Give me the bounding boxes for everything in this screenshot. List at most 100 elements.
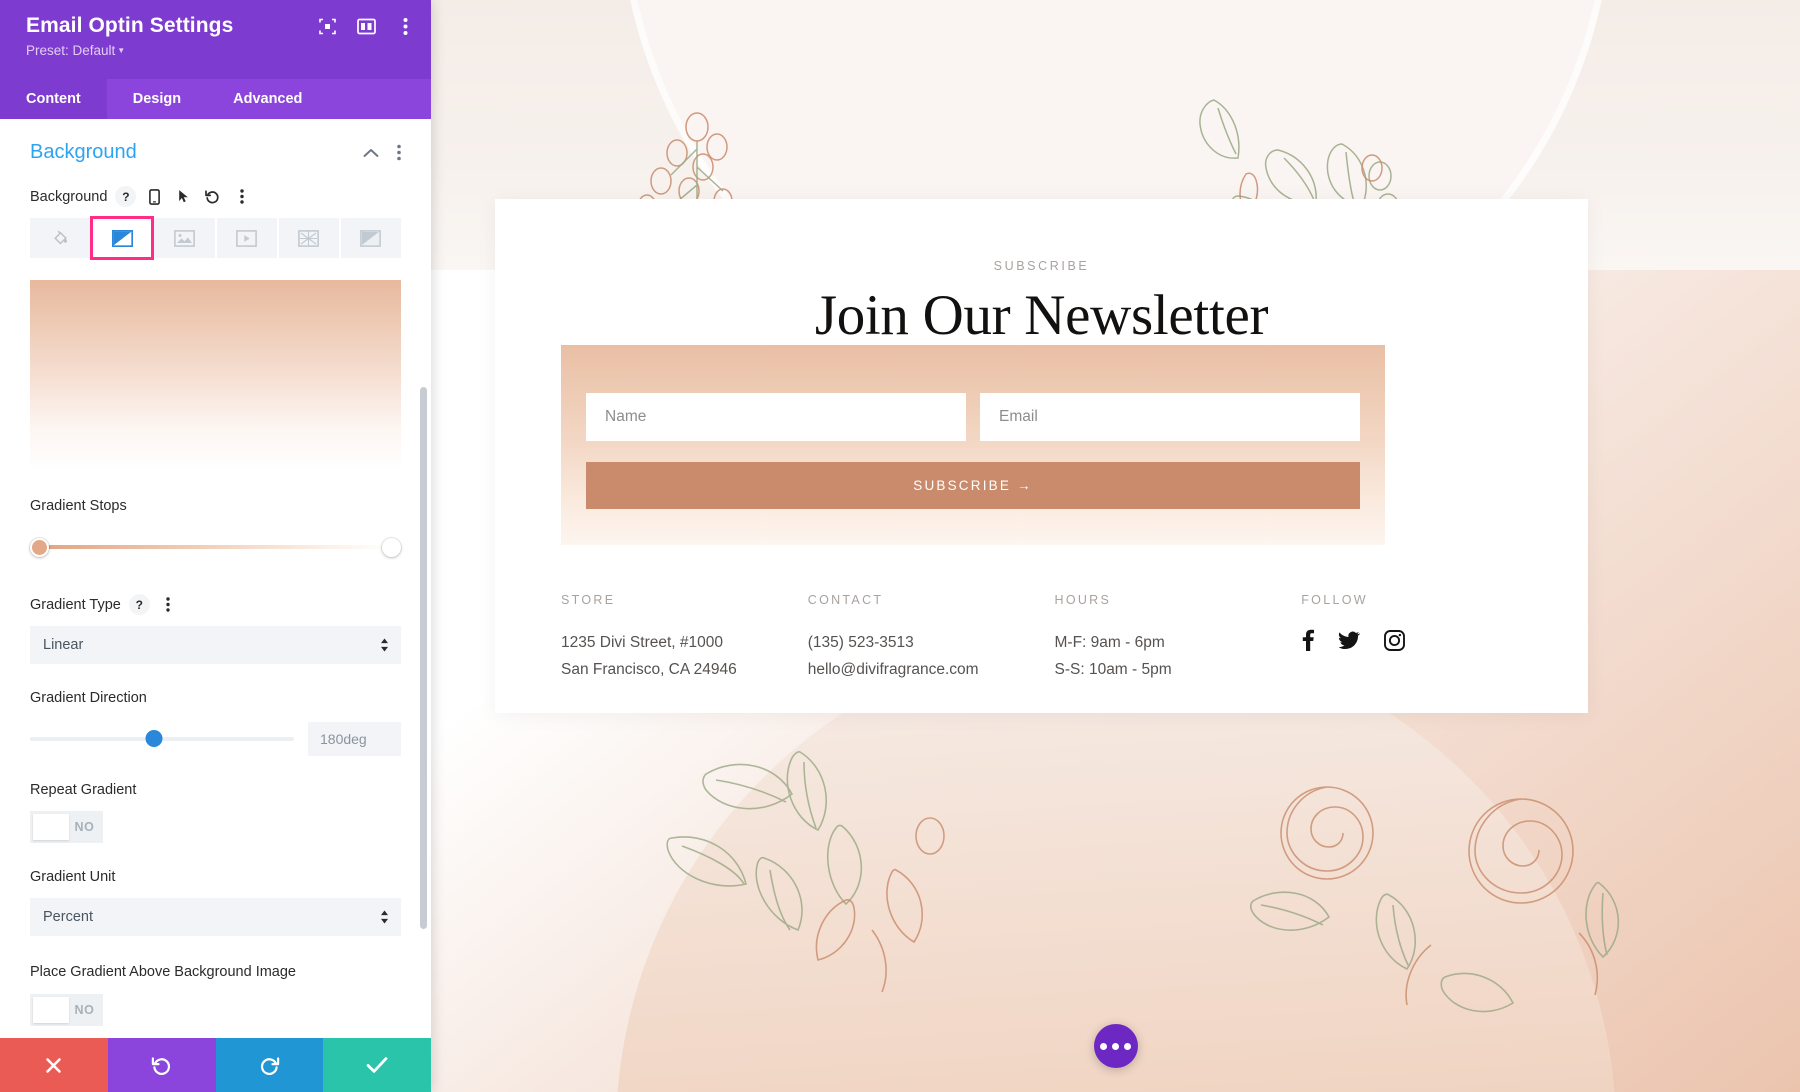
gradient-direction-label: Gradient Direction xyxy=(30,690,147,706)
reset-undo-icon[interactable] xyxy=(202,186,223,207)
background-gradient-tab[interactable] xyxy=(90,216,155,260)
gradient-stops-label: Gradient Stops xyxy=(30,498,127,514)
ellipsis-icon xyxy=(1112,1042,1119,1050)
twitter-icon[interactable] xyxy=(1338,631,1361,650)
page-preview-canvas: SUBSCRIBE Join Our Newsletter Name Email… xyxy=(431,0,1800,1092)
background-pattern-tab[interactable] xyxy=(278,218,339,258)
optin-form-band: Name Email SUBSCRIBE → xyxy=(561,345,1385,545)
gradient-type-label: Gradient Type xyxy=(30,596,121,613)
focus-target-icon[interactable] xyxy=(317,16,337,36)
background-type-tabs xyxy=(30,216,402,260)
select-arrows-icon xyxy=(380,638,389,652)
ellipsis-icon xyxy=(1100,1042,1107,1050)
panel-scrollbar-thumb[interactable] xyxy=(420,387,427,929)
gradient-stop-handle-start[interactable] xyxy=(30,538,49,557)
place-gradient-above-toggle[interactable]: NO xyxy=(30,994,103,1026)
footer-hours-weekend: S-S: 10am - 5pm xyxy=(1054,661,1172,678)
repeat-gradient-label: Repeat Gradient xyxy=(30,782,137,798)
email-optin-module[interactable]: SUBSCRIBE Join Our Newsletter Name Email… xyxy=(495,199,1588,713)
place-gradient-above-state: NO xyxy=(74,1003,95,1017)
save-button[interactable] xyxy=(323,1038,431,1092)
section-title: Background xyxy=(30,141,137,163)
gradient-stop-handle-end[interactable] xyxy=(382,538,401,557)
kebab-menu-icon[interactable] xyxy=(231,186,252,207)
panel-scroll-content: Background Background ? Gradient Stops G… xyxy=(0,119,431,1038)
panel-footer-actions xyxy=(0,1038,431,1092)
optin-form-fields: Name Email xyxy=(586,393,1360,441)
page-settings-fab[interactable] xyxy=(1093,1024,1138,1068)
kebab-menu-icon[interactable] xyxy=(395,16,415,36)
cancel-button[interactable] xyxy=(0,1038,108,1092)
email-input[interactable]: Email xyxy=(980,393,1360,441)
optin-eyebrow: SUBSCRIBE xyxy=(993,259,1090,273)
background-field-label: Background xyxy=(30,188,108,205)
gradient-unit-label: Gradient Unit xyxy=(30,869,116,885)
panel-header-actions xyxy=(317,16,415,36)
gradient-type-select[interactable]: Linear xyxy=(30,626,401,664)
background-field-label-row: Background ? xyxy=(30,186,401,207)
footer-heading-store: STORE xyxy=(561,593,616,607)
kebab-menu-icon[interactable] xyxy=(397,144,401,161)
gradient-stops-track xyxy=(40,545,391,549)
panel-header: Email Optin Settings Preset: Default ▼ xyxy=(0,0,431,79)
footer-heading-hours: HOURS xyxy=(1054,593,1112,607)
footer-hours-weekday: M-F: 9am - 6pm xyxy=(1054,634,1165,651)
ellipsis-icon xyxy=(1124,1042,1131,1050)
gradient-direction-handle[interactable] xyxy=(145,730,163,747)
gradient-direction-slider[interactable] xyxy=(30,728,294,750)
responsive-phone-icon[interactable] xyxy=(144,186,165,207)
gradient-type-value: Linear xyxy=(43,637,84,653)
gradient-direction-row: 180deg xyxy=(30,722,401,756)
name-input[interactable]: Name xyxy=(586,393,966,441)
redo-button[interactable] xyxy=(215,1038,324,1092)
repeat-gradient-state: NO xyxy=(74,820,95,834)
repeat-gradient-toggle[interactable]: NO xyxy=(30,811,103,843)
hover-cursor-icon[interactable] xyxy=(173,186,194,207)
social-links xyxy=(1301,629,1548,651)
background-image-tab[interactable] xyxy=(154,218,215,258)
module-settings-panel: Email Optin Settings Preset: Default ▼ Co… xyxy=(0,0,431,1092)
tab-content[interactable]: Content xyxy=(0,79,107,119)
place-gradient-above-label: Place Gradient Above Background Image xyxy=(30,964,296,980)
gradient-type-label-row: Gradient Type ? xyxy=(30,594,401,615)
panel-scrollbar[interactable] xyxy=(420,119,427,1038)
preset-label: Preset: Default xyxy=(26,43,116,58)
background-mask-tab[interactable] xyxy=(340,218,402,258)
background-color-tab[interactable] xyxy=(30,218,91,258)
tab-design[interactable]: Design xyxy=(107,79,207,119)
footer-contact-email[interactable]: hello@divifragrance.com xyxy=(808,656,1055,683)
gradient-unit-select[interactable]: Percent xyxy=(30,898,401,936)
footer-store-address-1: 1235 Divi Street, #1000 xyxy=(561,634,723,651)
select-arrows-icon xyxy=(380,910,389,924)
instagram-icon[interactable] xyxy=(1384,629,1406,651)
panel-tabs: Content Design Advanced xyxy=(0,79,431,119)
place-gradient-above-row: NO xyxy=(30,994,401,1026)
footer-store-address-2: San Francisco, CA 24946 xyxy=(561,661,737,678)
layout-columns-icon[interactable] xyxy=(356,16,376,36)
repeat-gradient-row: NO xyxy=(30,811,401,843)
chevron-down-icon: ▼ xyxy=(117,46,126,55)
footer-column-hours: HOURS M-F: 9am - 6pm S-S: 10am - 5pm xyxy=(1055,593,1302,683)
tab-advanced[interactable]: Advanced xyxy=(207,79,328,119)
help-icon[interactable]: ? xyxy=(115,186,137,207)
background-video-tab[interactable] xyxy=(216,218,277,258)
footer-contact-phone[interactable]: (135) 523-3513 xyxy=(808,629,1055,656)
divi-builder-app: Email Optin Settings Preset: Default ▼ Co… xyxy=(0,0,1800,1092)
undo-button[interactable] xyxy=(107,1038,216,1092)
chevron-up-icon[interactable] xyxy=(363,148,379,158)
toggle-knob xyxy=(33,814,69,840)
kebab-menu-icon[interactable] xyxy=(158,594,179,615)
gradient-preview[interactable] xyxy=(30,280,401,472)
help-icon[interactable]: ? xyxy=(128,594,150,615)
gradient-direction-input[interactable]: 180deg xyxy=(308,722,401,756)
footer-column-follow: FOLLOW xyxy=(1301,593,1548,683)
preset-selector[interactable]: Preset: Default ▼ xyxy=(26,43,409,59)
gradient-unit-value: Percent xyxy=(43,909,93,925)
footer-heading-follow: FOLLOW xyxy=(1301,593,1368,607)
gradient-stops-slider[interactable] xyxy=(30,532,401,562)
subscribe-button[interactable]: SUBSCRIBE → xyxy=(586,462,1360,509)
panel-body: Background Background ? Gradient Stops G… xyxy=(0,119,431,1038)
footer-column-contact: CONTACT (135) 523-3513 hello@divifragran… xyxy=(808,593,1055,683)
background-section-header: Background xyxy=(30,141,401,164)
facebook-icon[interactable] xyxy=(1301,629,1315,651)
